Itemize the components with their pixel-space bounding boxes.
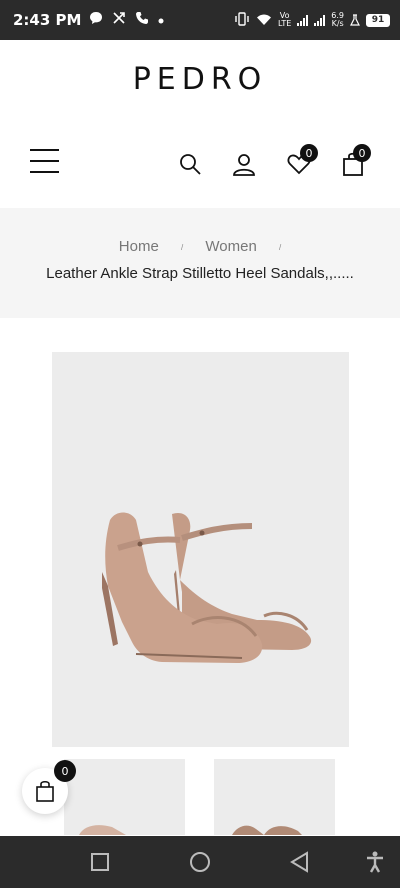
cart-count-badge: 0: [353, 144, 371, 162]
phone-icon: [135, 11, 149, 30]
breadcrumb-separator: /: [278, 242, 282, 252]
status-time: 2:43 PM: [13, 11, 82, 29]
missed-call-icon: [112, 11, 126, 30]
brand-header: PEDRO: [0, 40, 400, 118]
wishlist-button[interactable]: 0: [287, 144, 318, 176]
triangle-back-icon[interactable]: [288, 850, 312, 874]
circle-home-icon[interactable]: [188, 850, 212, 874]
product-thumbnail[interactable]: [64, 759, 185, 835]
signal-icon: [297, 14, 309, 26]
breadcrumb: Home / Women / Leather Ankle Strap Still…: [0, 208, 400, 318]
battery-level: 91: [371, 15, 385, 25]
cart-button[interactable]: 0: [342, 144, 371, 176]
accessibility-icon[interactable]: [363, 850, 387, 874]
search-icon[interactable]: [178, 152, 202, 176]
shopping-bag-icon: [36, 780, 54, 802]
wifi-icon: [256, 11, 272, 30]
vibrate-icon: [234, 11, 250, 30]
floating-cart-button[interactable]: 0: [22, 760, 76, 814]
network-type-bottom: LTE: [277, 19, 292, 28]
wishlist-count-badge: 0: [300, 144, 318, 162]
net-speed-unit: K/s: [331, 19, 344, 28]
product-thumbnail[interactable]: [214, 759, 335, 835]
floating-cart-count-badge: 0: [54, 760, 76, 782]
square-recents-icon[interactable]: [88, 850, 112, 874]
signal-icon: [314, 14, 326, 26]
breadcrumb-home[interactable]: Home: [119, 238, 159, 255]
chat-bubble-icon: [89, 11, 103, 30]
system-nav-bar: [0, 836, 400, 888]
header-nav: 0 0: [0, 130, 400, 190]
brand-logo[interactable]: PEDRO: [133, 62, 268, 97]
breadcrumb-women[interactable]: Women: [205, 238, 256, 255]
battery-icon: 91: [366, 13, 390, 27]
dot-icon: [158, 11, 164, 29]
breadcrumb-current-page: Leather Ankle Strap Stilletto Heel Sanda…: [46, 265, 354, 282]
net-speed: 6.9 K/s: [331, 12, 344, 28]
network-type: Vo LTE: [278, 12, 291, 28]
menu-icon[interactable]: [30, 149, 59, 173]
breadcrumb-separator: /: [180, 242, 184, 252]
flask-icon: [350, 11, 360, 30]
user-icon[interactable]: [232, 152, 256, 176]
product-main-image[interactable]: [52, 352, 349, 747]
status-bar: 2:43 PM Vo LTE 6.9 K/s 91: [0, 0, 400, 40]
